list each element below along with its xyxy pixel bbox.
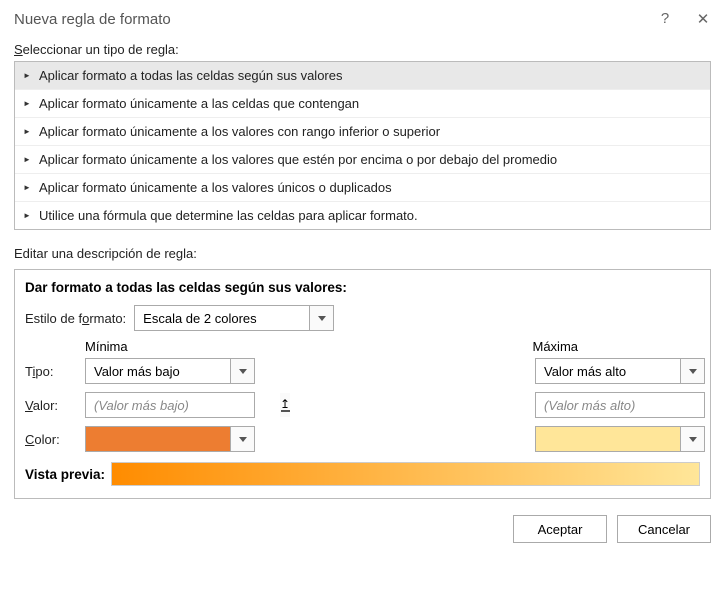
cancel-button[interactable]: Cancelar bbox=[617, 515, 711, 543]
titlebar: Nueva regla de formato ? ✕ bbox=[0, 0, 725, 36]
description-title: Dar formato a todas las celdas según sus… bbox=[25, 280, 700, 295]
arrow-icon: ► bbox=[23, 71, 33, 80]
chevron-down-icon[interactable] bbox=[680, 359, 704, 383]
max-type-dropdown[interactable]: Valor más alto bbox=[535, 358, 705, 384]
arrow-icon: ► bbox=[23, 155, 33, 164]
rule-type-item[interactable]: ► Aplicar formato únicamente a las celda… bbox=[15, 90, 710, 118]
min-color-dropdown[interactable] bbox=[85, 426, 255, 452]
arrow-icon: ► bbox=[23, 183, 33, 192]
min-color-swatch bbox=[86, 427, 230, 451]
chevron-down-icon[interactable] bbox=[309, 306, 333, 330]
rule-type-label: Aplicar formato a todas las celdas según… bbox=[39, 68, 343, 83]
rule-description-box: Dar formato a todas las celdas según sus… bbox=[14, 269, 711, 499]
rule-type-item[interactable]: ► Utilice una fórmula que determine las … bbox=[15, 202, 710, 229]
dialog-title: Nueva regla de formato bbox=[14, 11, 171, 28]
max-header: Máxima bbox=[533, 339, 701, 354]
rule-type-item[interactable]: ► Aplicar formato únicamente a los valor… bbox=[15, 146, 710, 174]
dialog-buttons: Aceptar Cancelar bbox=[0, 509, 725, 555]
max-color-swatch bbox=[536, 427, 680, 451]
chevron-down-icon[interactable] bbox=[230, 359, 254, 383]
minmax-grid: Tipo: Valor más bajo Valor más alto Valo… bbox=[25, 358, 700, 452]
max-value-input-wrapper: ↥ bbox=[535, 392, 705, 418]
chevron-down-icon[interactable] bbox=[680, 427, 704, 451]
rule-type-label: Aplicar formato únicamente a los valores… bbox=[39, 124, 440, 139]
range-selector-icon[interactable]: ↥ bbox=[280, 393, 290, 417]
tipo-label: Tipo: bbox=[25, 364, 85, 379]
color-label: Color: bbox=[25, 432, 85, 447]
preview-label: Vista previa: bbox=[25, 467, 105, 482]
rule-type-item[interactable]: ► Aplicar formato únicamente a los valor… bbox=[15, 118, 710, 146]
valor-label: Valor: bbox=[25, 398, 85, 413]
arrow-icon: ► bbox=[23, 127, 33, 136]
ok-button[interactable]: Aceptar bbox=[513, 515, 607, 543]
select-rule-type-label: Seleccionar un tipo de regla: bbox=[0, 36, 725, 61]
rule-type-label: Aplicar formato únicamente a los valores… bbox=[39, 180, 392, 195]
rule-type-item[interactable]: ► Aplicar formato únicamente a los valor… bbox=[15, 174, 710, 202]
min-value-input-wrapper: ↥ bbox=[85, 392, 255, 418]
window-controls: ? ✕ bbox=[657, 10, 711, 28]
close-icon[interactable]: ✕ bbox=[695, 10, 711, 28]
preview-row: Vista previa: bbox=[25, 462, 700, 486]
min-value-input[interactable] bbox=[86, 398, 280, 413]
help-icon[interactable]: ? bbox=[657, 10, 673, 28]
rule-type-label: Aplicar formato únicamente a los valores… bbox=[39, 152, 557, 167]
max-type-value: Valor más alto bbox=[536, 364, 680, 379]
rule-type-list: ► Aplicar formato a todas las celdas seg… bbox=[14, 61, 711, 230]
preview-gradient bbox=[111, 462, 700, 486]
min-type-dropdown[interactable]: Valor más bajo bbox=[85, 358, 255, 384]
min-header: Mínima bbox=[85, 339, 253, 354]
rule-type-item[interactable]: ► Aplicar formato a todas las celdas seg… bbox=[15, 62, 710, 90]
rule-type-label: Aplicar formato únicamente a las celdas … bbox=[39, 96, 359, 111]
max-color-dropdown[interactable] bbox=[535, 426, 705, 452]
minmax-headers: Mínima Máxima bbox=[25, 339, 700, 354]
arrow-icon: ► bbox=[23, 99, 33, 108]
format-style-value: Escala de 2 colores bbox=[135, 311, 309, 326]
min-type-value: Valor más bajo bbox=[86, 364, 230, 379]
arrow-icon: ► bbox=[23, 211, 33, 220]
edit-description-label: Editar una descripción de regla: bbox=[0, 240, 725, 265]
chevron-down-icon[interactable] bbox=[230, 427, 254, 451]
rule-type-label: Utilice una fórmula que determine las ce… bbox=[39, 208, 418, 223]
max-value-input[interactable] bbox=[536, 398, 725, 413]
format-style-row: Estilo de formato: Escala de 2 colores bbox=[25, 305, 700, 331]
format-style-dropdown[interactable]: Escala de 2 colores bbox=[134, 305, 334, 331]
format-style-label: Estilo de formato: bbox=[25, 311, 126, 326]
